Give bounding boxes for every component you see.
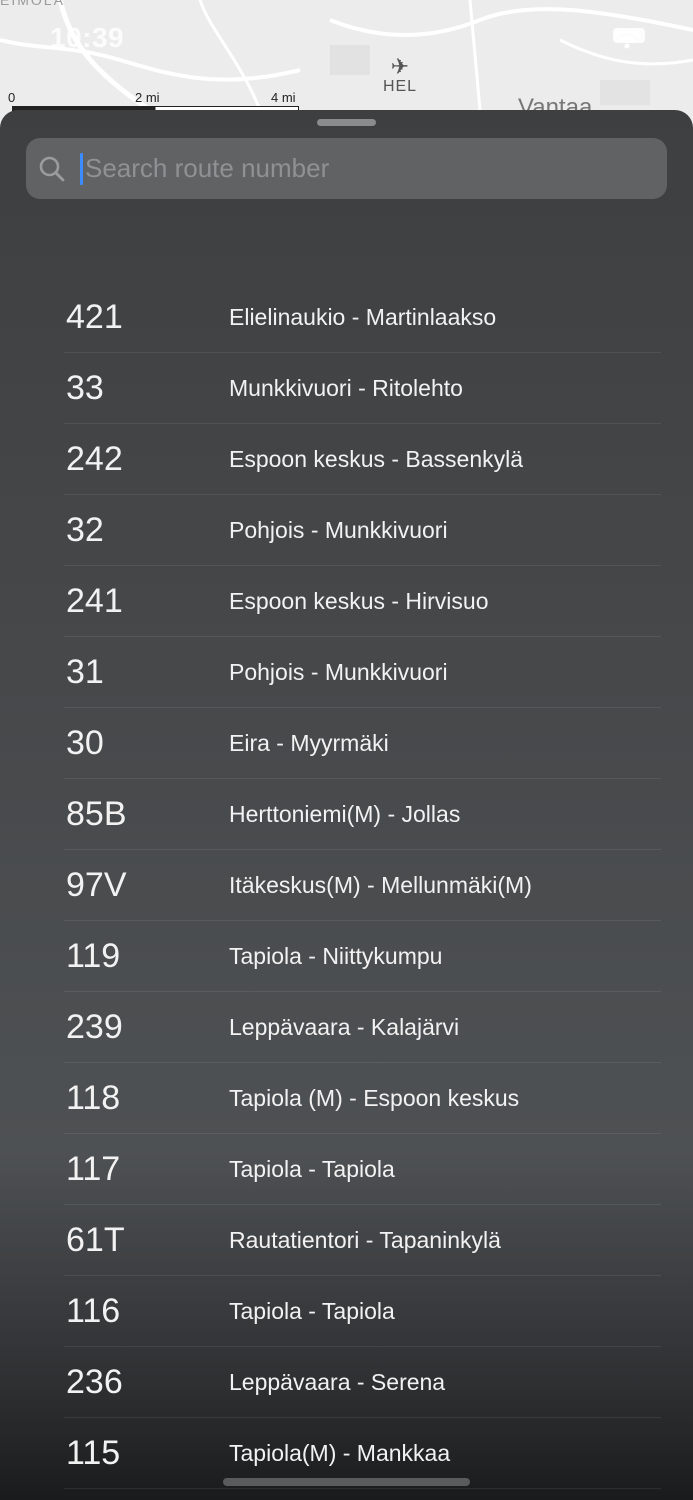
home-indicator[interactable] xyxy=(223,1478,470,1486)
route-row[interactable]: 30 Eira - Myyrmäki xyxy=(0,708,693,779)
route-row[interactable]: 241 Espoon keskus - Hirvisuo xyxy=(0,566,693,637)
route-row[interactable]: 421 Elielinaukio - Martinlaakso xyxy=(0,282,693,353)
route-row[interactable]: 119 Tapiola - Niittykumpu xyxy=(0,921,693,992)
search-icon xyxy=(39,156,65,181)
route-row[interactable]: 242 Espoon keskus - Bassenkylä xyxy=(0,424,693,495)
route-number: 30 xyxy=(66,724,104,762)
route-name: Leppävaara - Serena xyxy=(229,1369,446,1395)
route-row[interactable]: 116 Tapiola - Tapiola xyxy=(0,1276,693,1347)
scale-label-4mi: 4 mi xyxy=(271,90,296,105)
route-name: Elielinaukio - Martinlaakso xyxy=(229,304,497,330)
route-name: Leppävaara - Kalajärvi xyxy=(229,1014,460,1040)
route-name: Tapiola (M) - Espoon keskus xyxy=(229,1085,520,1111)
route-name: Munkkivuori - Ritolehto xyxy=(229,375,463,401)
route-name: Eira - Myyrmäki xyxy=(229,730,389,756)
route-name: Pohjois - Munkkivuori xyxy=(229,659,448,685)
route-number: 33 xyxy=(66,369,104,407)
route-row[interactable]: 61T Rautatientori - Tapaninkylä xyxy=(0,1205,693,1276)
route-number: 118 xyxy=(66,1079,121,1117)
route-number: 117 xyxy=(66,1150,121,1188)
route-name: Espoon keskus - Hirvisuo xyxy=(229,588,489,614)
route-name: Tapiola - Tapiola xyxy=(229,1156,395,1182)
route-row[interactable]: 33 Munkkivuori - Ritolehto xyxy=(0,353,693,424)
route-name: Itäkeskus(M) - Mellunmäki(M) xyxy=(229,872,532,898)
route-number: 241 xyxy=(66,582,123,620)
route-number: 31 xyxy=(66,653,104,691)
route-number: 239 xyxy=(66,1008,123,1046)
route-number: 242 xyxy=(66,440,123,478)
route-row[interactable]: 97V Itäkeskus(M) - Mellunmäki(M) xyxy=(0,850,693,921)
route-number: 115 xyxy=(66,1434,121,1472)
route-name: Tapiola - Niittykumpu xyxy=(229,943,443,969)
route-number: 85B xyxy=(66,795,127,833)
route-number: 236 xyxy=(66,1363,123,1401)
sheet-grabber[interactable] xyxy=(317,119,376,126)
search-input[interactable] xyxy=(83,152,627,185)
search-bar[interactable] xyxy=(26,138,667,199)
route-name: Espoon keskus - Bassenkylä xyxy=(229,446,524,472)
route-number: 116 xyxy=(66,1292,121,1330)
route-number: 32 xyxy=(66,511,104,549)
route-name: Tapiola(M) - Mankkaa xyxy=(229,1440,451,1466)
route-number: 119 xyxy=(66,937,121,975)
status-time: 10:39 xyxy=(50,22,125,53)
route-list: 421 Elielinaukio - Martinlaakso 33 Munkk… xyxy=(0,282,693,1489)
scale-label-0: 0 xyxy=(8,90,16,105)
route-number: 421 xyxy=(66,298,123,336)
scale-label-2mi: 2 mi xyxy=(135,90,160,105)
route-name: Herttoniemi(M) - Jollas xyxy=(229,801,461,827)
status-icons xyxy=(613,28,645,49)
route-row[interactable]: 118 Tapiola (M) - Espoon keskus xyxy=(0,1063,693,1134)
route-sheet: 421 Elielinaukio - Martinlaakso 33 Munkk… xyxy=(0,110,693,1500)
map-place-label: EIMOLA xyxy=(0,0,65,8)
route-row[interactable]: 117 Tapiola - Tapiola xyxy=(0,1134,693,1205)
route-row[interactable]: 85B Herttoniemi(M) - Jollas xyxy=(0,779,693,850)
route-name: Pohjois - Munkkivuori xyxy=(229,517,448,543)
route-name: Rautatientori - Tapaninkylä xyxy=(229,1227,501,1253)
route-row[interactable]: 236 Leppävaara - Serena xyxy=(0,1347,693,1418)
route-row[interactable]: 32 Pohjois - Munkkivuori xyxy=(0,495,693,566)
route-number: 61T xyxy=(66,1221,125,1259)
map-scale: 0 2 mi 4 mi xyxy=(8,90,308,111)
route-row[interactable]: 31 Pohjois - Munkkivuori xyxy=(0,637,693,708)
route-row[interactable]: 239 Leppävaara - Kalajärvi xyxy=(0,992,693,1063)
airplane-icon: ✈ xyxy=(390,54,410,79)
airport-code: HEL xyxy=(382,78,418,95)
route-name: Tapiola - Tapiola xyxy=(229,1298,395,1324)
battery-icon xyxy=(613,28,645,43)
route-number: 97V xyxy=(66,866,127,904)
airport-marker[interactable]: ✈ HEL xyxy=(380,56,420,96)
